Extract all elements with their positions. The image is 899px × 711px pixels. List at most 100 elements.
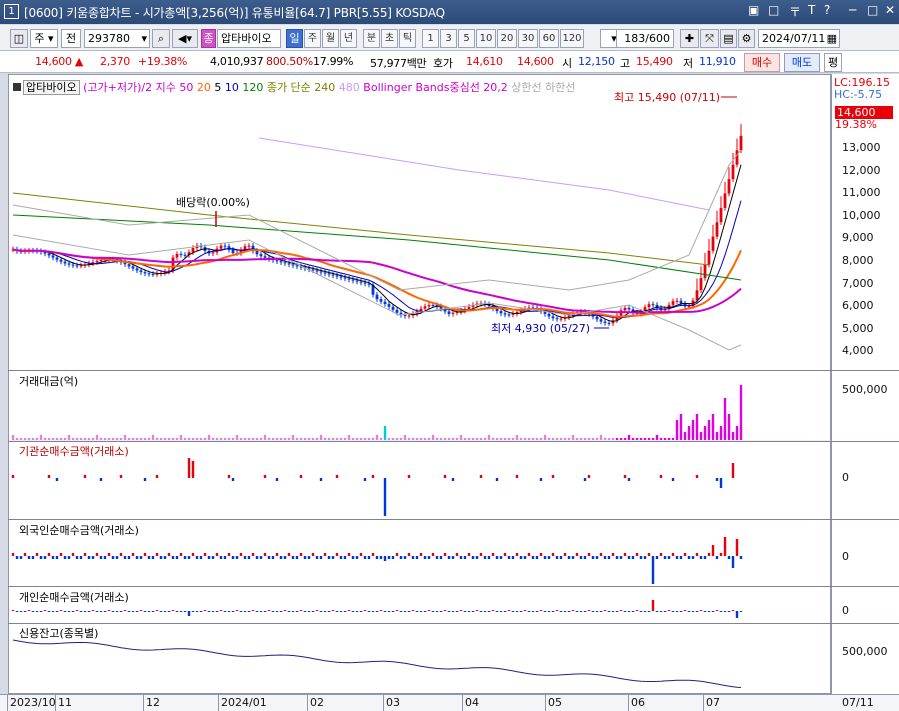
foreign-bar <box>27 556 31 559</box>
period-minute[interactable]: 분 <box>363 29 380 48</box>
foreign-bar <box>659 553 663 556</box>
foreign-bar <box>199 556 203 559</box>
help-icon[interactable]: ? <box>824 3 830 17</box>
inst-bar <box>671 478 675 481</box>
amount-bar <box>563 438 567 440</box>
period-month[interactable]: 월 <box>322 29 339 48</box>
code-input[interactable]: 293780 ▾ <box>84 29 150 48</box>
close-icon[interactable]: ✕ <box>885 3 895 17</box>
chart-canvas[interactable]: 최고 15,490 (07/11) 최저 4,930 (05/27) 배당락(0.0… <box>9 75 832 695</box>
evaluate-button[interactable]: 평 <box>824 53 842 72</box>
inst-bar <box>299 475 303 478</box>
foreign-bar <box>687 556 691 559</box>
interval-20[interactable]: 20 <box>497 29 517 48</box>
period-year[interactable]: 년 <box>340 29 357 48</box>
foreign-bar <box>535 556 539 559</box>
retail-bar <box>531 611 535 612</box>
retail-bar <box>323 611 327 612</box>
low-annotation: 최저 4,930 (05/27) <box>491 322 590 335</box>
candle-body <box>99 260 103 262</box>
link-icon[interactable]: ▣ <box>748 3 759 17</box>
x-axis-label: 04 <box>465 696 479 709</box>
market-select[interactable]: 주 ▾ <box>30 29 58 48</box>
panel-divider[interactable] <box>8 623 899 624</box>
interval-10[interactable]: 10 <box>476 29 496 48</box>
period-day[interactable]: 일 <box>286 29 303 48</box>
pin-icon[interactable]: 〒 <box>789 3 801 20</box>
interval-5[interactable]: 5 <box>458 29 475 48</box>
retail-bar <box>199 611 203 612</box>
foreign-bar <box>363 556 367 559</box>
gear-icon[interactable]: ⚙ <box>738 29 755 48</box>
amount-bar <box>483 438 487 440</box>
panel-divider[interactable] <box>8 519 899 520</box>
foreign-bar <box>559 556 563 559</box>
period-week[interactable]: 주 <box>304 29 321 48</box>
interval-3[interactable]: 3 <box>440 29 457 48</box>
foreign-bar <box>79 556 83 559</box>
amount-bar <box>499 438 503 440</box>
amount-bar <box>119 438 123 440</box>
interval-30[interactable]: 30 <box>518 29 538 48</box>
buy-button[interactable]: 매수 <box>744 53 780 72</box>
sound-icon[interactable]: ◀▾ <box>172 29 198 48</box>
minimize-icon[interactable]: ─ <box>849 3 856 17</box>
foreign-bar <box>291 556 295 559</box>
quote-bar: 14,600 ▲ 2,370 +19.38% 4,010,937 800.50%… <box>0 51 899 73</box>
save-icon[interactable]: ▤ <box>720 29 737 48</box>
inst-bar <box>363 478 367 481</box>
retail-bar <box>507 610 511 611</box>
interval-120[interactable]: 120 <box>560 29 584 48</box>
kind-select[interactable]: 전 <box>61 29 81 48</box>
foreign-bar <box>11 553 15 556</box>
amount-bar <box>403 435 407 440</box>
date-input[interactable]: 2024/07/11 ▦ <box>758 29 840 48</box>
amount-bar <box>31 438 35 440</box>
candle-body <box>739 135 743 151</box>
foreign-bar <box>43 556 47 559</box>
x-axis-label: 12 <box>146 696 160 709</box>
panel-divider[interactable] <box>8 586 899 587</box>
retail-bar <box>671 611 675 612</box>
high-value: 15,490 <box>636 55 673 68</box>
interval-1[interactable]: 1 <box>422 29 439 48</box>
foreign-bar <box>423 556 427 559</box>
foreign-bar <box>91 556 95 559</box>
crosshair-icon[interactable]: ✚ <box>680 29 699 48</box>
amount-value: 57,977백만 <box>370 57 427 70</box>
foreign-bar <box>191 553 195 556</box>
panel-divider[interactable] <box>8 441 899 442</box>
maximize-icon[interactable]: □ <box>867 3 878 17</box>
amount-bar <box>503 438 507 440</box>
retail-bar <box>59 610 63 611</box>
chart-area[interactable]: 최고 15,490 (07/11) 최저 4,930 (05/27) 배당락(0.0… <box>8 74 832 695</box>
amount-bar <box>247 438 251 440</box>
inst-bar <box>539 478 543 481</box>
amount-bar <box>635 438 639 440</box>
foreign-bar <box>479 553 483 556</box>
count-field[interactable]: 183/600 <box>616 29 674 48</box>
sell-button[interactable]: 매도 <box>784 53 820 72</box>
period-tick[interactable]: 틱 <box>399 29 416 48</box>
text-icon[interactable]: T <box>808 3 815 17</box>
right-axis: LC:196.15 HC:-5.75 14,600 19.38% 13,000 1… <box>831 74 899 694</box>
foreign-bar <box>383 556 387 561</box>
panel-divider[interactable] <box>8 370 899 371</box>
window-icon[interactable]: □ <box>768 3 779 17</box>
retail-bar <box>519 611 523 612</box>
hc-label: HC:-5.75 <box>834 88 883 101</box>
search-icon[interactable]: ⌕ <box>152 29 170 48</box>
amount-bar <box>407 438 411 440</box>
amount-bar <box>515 435 519 440</box>
ma480-line <box>258 137 710 211</box>
chart-type-icon[interactable]: ◫ <box>10 29 28 48</box>
trend-icon[interactable]: ⤧ <box>700 29 719 48</box>
stock-name[interactable]: 압타바이오 <box>217 29 281 48</box>
interval-60[interactable]: 60 <box>539 29 559 48</box>
price-panel-name[interactable]: 압타바이오 <box>23 80 80 95</box>
period-second[interactable]: 초 <box>381 29 398 48</box>
foreign-bar <box>411 556 415 559</box>
candle-body <box>67 263 71 265</box>
legend-item: 하한선 <box>541 81 576 94</box>
amount-bar <box>35 438 39 440</box>
